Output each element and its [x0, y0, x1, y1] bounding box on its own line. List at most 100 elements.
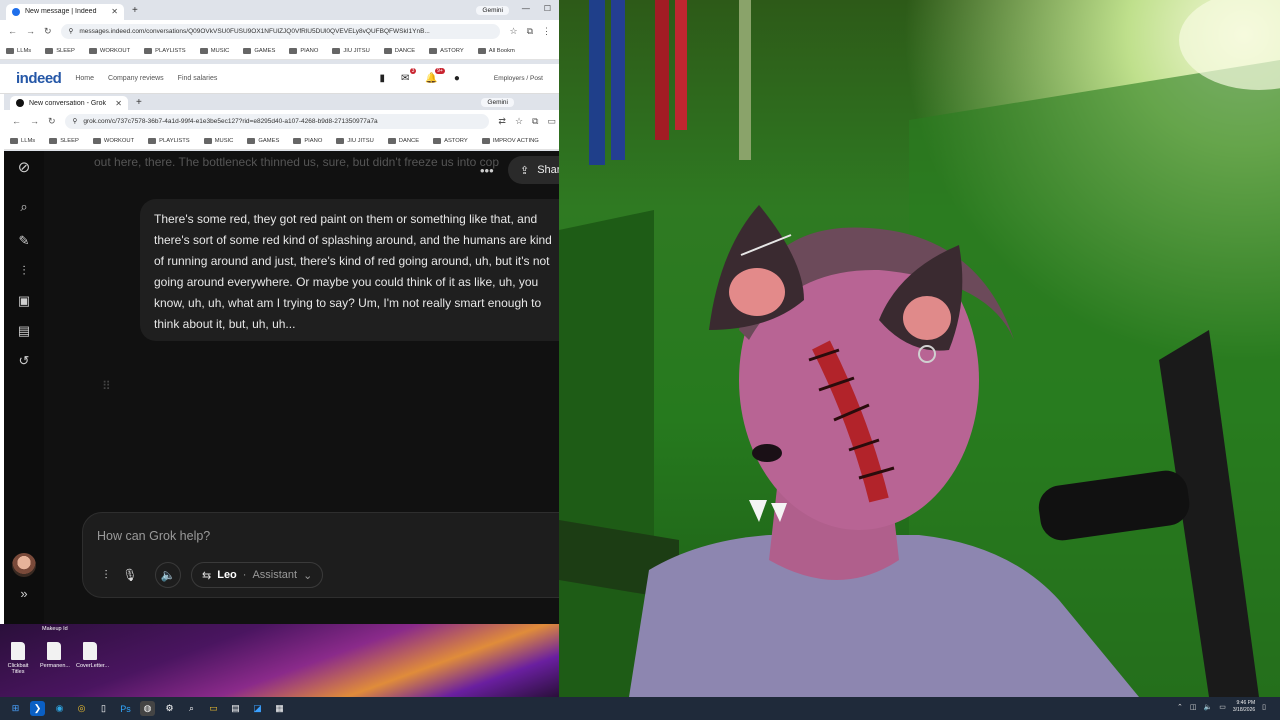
- more-options-icon[interactable]: •••: [480, 163, 494, 178]
- bookmark-folder[interactable]: DANCE: [387, 137, 419, 144]
- microphone-icon[interactable]: 🎙: [119, 562, 141, 588]
- nav-find-salaries[interactable]: Find salaries: [178, 75, 218, 82]
- profile-icon[interactable]: ●: [454, 73, 460, 84]
- desktop-file[interactable]: Permanen...: [40, 642, 70, 669]
- search-app-icon[interactable]: ⌕: [184, 701, 199, 716]
- bookmark-folder[interactable]: WORKOUT: [92, 137, 134, 144]
- drag-handle-icon[interactable]: ⠿: [102, 379, 111, 393]
- gemini-button[interactable]: Gemini: [476, 5, 509, 15]
- bookmark-folder[interactable]: MUSIC: [203, 137, 233, 144]
- site-info-icon[interactable]: ⚲: [69, 27, 74, 35]
- bookmark-folder[interactable]: PLAYLISTS: [144, 47, 186, 54]
- calculator-icon[interactable]: ▦: [272, 701, 287, 716]
- indeed-logo[interactable]: indeed: [16, 70, 62, 87]
- network-icon[interactable]: ◫: [1190, 703, 1197, 711]
- messages-icon[interactable]: ✉ 3: [401, 68, 417, 84]
- all-bookmarks[interactable]: All Bookm: [477, 47, 515, 54]
- forward-icon[interactable]: →: [30, 116, 39, 126]
- notification-icon[interactable]: ▯: [1262, 703, 1266, 711]
- back-icon[interactable]: ←: [8, 26, 17, 36]
- expand-sidebar-icon[interactable]: »: [16, 585, 32, 601]
- bookmark-icon[interactable]: ▮: [379, 73, 385, 84]
- imagine-icon[interactable]: ▣: [16, 293, 32, 309]
- nav-home[interactable]: Home: [75, 75, 94, 82]
- notepad-icon[interactable]: ▤: [228, 701, 243, 716]
- tab-grok[interactable]: New conversation - Grok ✕: [10, 96, 128, 110]
- windows-start-icon[interactable]: ⊞: [8, 701, 23, 716]
- star-icon[interactable]: ☆: [515, 116, 523, 127]
- bookmark-folder[interactable]: LLMs: [10, 137, 35, 144]
- clock[interactable]: 9:46 PM 3/18/2026: [1233, 700, 1255, 714]
- bookmark-folder[interactable]: PLAYLISTS: [148, 137, 190, 144]
- address-bar[interactable]: ⚲ messages.indeed.com/conversations/Q09O…: [60, 23, 501, 39]
- battery-icon[interactable]: ▭: [1219, 703, 1226, 711]
- bookmark-folder[interactable]: SLEEP: [45, 47, 75, 54]
- projects-icon[interactable]: ▤: [16, 323, 32, 339]
- voice-icon[interactable]: ⫶: [16, 263, 32, 279]
- volume-icon[interactable]: 🔈: [1204, 703, 1213, 711]
- bookmark-folder[interactable]: SLEEP: [49, 137, 79, 144]
- desktop-file[interactable]: Clickbait Titles: [4, 642, 32, 675]
- tab-close-icon[interactable]: ✕: [115, 99, 122, 108]
- bookmark-folder[interactable]: WORKOUT: [88, 47, 130, 54]
- address-bar[interactable]: ⚲ grok.com/c/737c7578-36b7-4a1d-99f4-e1e…: [64, 113, 490, 129]
- bookmark-folder[interactable]: JIU JITSU: [332, 47, 370, 54]
- bookmark-folder[interactable]: JIU JITSU: [336, 137, 374, 144]
- screen: New message | Indeed ✕ + Gemini — ☐ ← → …: [0, 0, 1280, 720]
- nav-company-reviews[interactable]: Company reviews: [108, 75, 164, 82]
- gemini-button[interactable]: Gemini: [481, 97, 514, 107]
- desktop-file[interactable]: CoverLetter...: [76, 642, 109, 669]
- bookmark-folder[interactable]: GAMES: [247, 137, 279, 144]
- app-icon[interactable]: ◪: [250, 701, 265, 716]
- minimize-icon[interactable]: —: [522, 4, 530, 13]
- reload-icon[interactable]: ↻: [44, 26, 52, 37]
- maximize-icon[interactable]: ☐: [544, 4, 551, 13]
- bookmark-folder[interactable]: LLMs: [6, 47, 31, 54]
- settings-icon[interactable]: ⚙: [162, 701, 177, 716]
- reload-icon[interactable]: ↻: [48, 116, 56, 127]
- translate-icon[interactable]: ⇄: [498, 116, 506, 127]
- bookmark-folder[interactable]: GAMES: [243, 47, 275, 54]
- bookmark-folder[interactable]: ASTORY: [429, 47, 464, 54]
- bookmark-folder[interactable]: IMPROV ACTING: [481, 137, 539, 144]
- site-info-icon[interactable]: ⚲: [73, 117, 78, 125]
- voice-mode-icon[interactable]: ⫶: [95, 562, 117, 588]
- bookmark-folder[interactable]: PIANO: [293, 137, 322, 144]
- new-tab-icon[interactable]: +: [132, 5, 138, 16]
- document-icon[interactable]: ▯: [96, 701, 111, 716]
- extensions-icon[interactable]: ⧉: [532, 116, 538, 127]
- share-button[interactable]: ⇪ Shar: [508, 156, 559, 184]
- tab-close-icon[interactable]: ✕: [111, 7, 118, 16]
- photoshop-icon[interactable]: Ps: [118, 701, 133, 716]
- history-icon[interactable]: ↺: [16, 353, 32, 369]
- chevron-up-icon[interactable]: ⌃: [1177, 703, 1183, 711]
- menu-icon[interactable]: ⋮: [542, 26, 551, 37]
- chat-composer[interactable]: How can Grok help? ⫶ 🎙 🔈 ⇆ Leo · Assista…: [82, 512, 559, 598]
- avatar[interactable]: [12, 553, 36, 577]
- star-icon[interactable]: ☆: [509, 26, 517, 37]
- employers-link[interactable]: Employers / Post: [494, 75, 543, 82]
- vscode-icon[interactable]: ❯: [30, 701, 45, 716]
- notifications-icon[interactable]: 🔔 9+: [425, 68, 445, 84]
- edge-icon[interactable]: ◉: [52, 701, 67, 716]
- grok-logo-icon[interactable]: ⊘: [16, 159, 32, 176]
- new-chat-icon[interactable]: ✎: [16, 233, 32, 249]
- obs-icon[interactable]: ◍: [140, 701, 155, 716]
- bookmark-folder[interactable]: DANCE: [383, 47, 415, 54]
- extensions-icon[interactable]: ⧉: [527, 26, 533, 37]
- bookmark-folder[interactable]: ASTORY: [433, 137, 468, 144]
- back-icon[interactable]: ←: [12, 116, 21, 126]
- model-selector[interactable]: ⇆ Leo · Assistant ⌄: [191, 562, 324, 588]
- speaker-icon[interactable]: 🔈: [155, 562, 181, 588]
- bookmark-label: SLEEP: [56, 47, 75, 54]
- new-tab-icon[interactable]: +: [136, 97, 142, 108]
- search-icon[interactable]: ⌕: [16, 199, 32, 215]
- chrome-icon[interactable]: ◎: [74, 701, 89, 716]
- filter-ear-inner: [903, 296, 951, 340]
- bookmark-folder[interactable]: PIANO: [289, 47, 318, 54]
- bookmark-folder[interactable]: MUSIC: [199, 47, 229, 54]
- explorer-icon[interactable]: ▭: [206, 701, 221, 716]
- forward-icon[interactable]: →: [26, 26, 35, 36]
- sidepanel-icon[interactable]: ▭: [547, 116, 556, 127]
- tab-indeed[interactable]: New message | Indeed ✕: [6, 3, 124, 20]
